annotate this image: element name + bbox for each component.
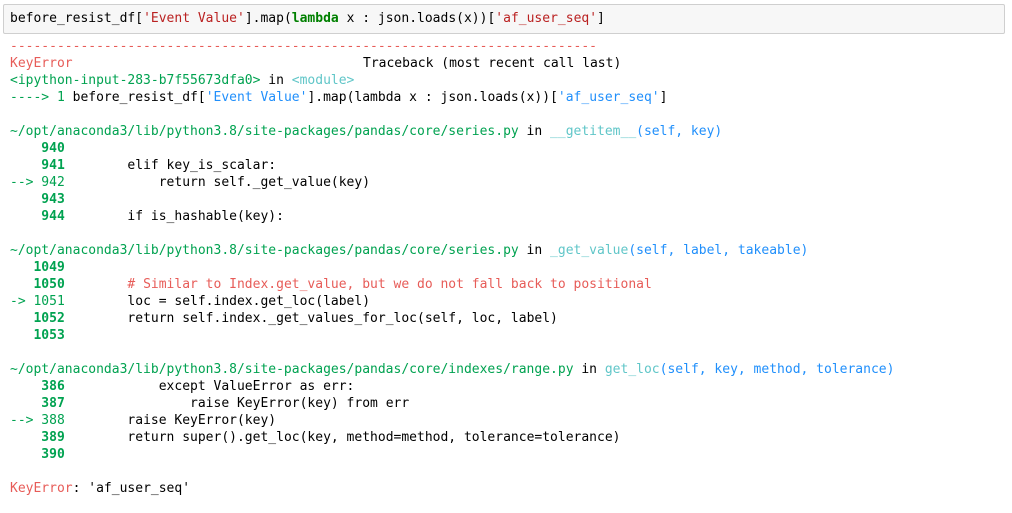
traceback-dashes: ----------------------------------------… (10, 39, 597, 54)
source-line: 941 elif key_is_scalar: (10, 157, 1005, 174)
line-number: 941 (10, 158, 65, 173)
in-word: in (518, 124, 551, 139)
line-number: 1049 (10, 260, 65, 275)
code-comment: # Similar to Index.get_value, but we do … (64, 277, 652, 292)
code-text: ].map( (244, 11, 292, 26)
frame-function: __getitem__ (550, 124, 637, 139)
in-word: in (260, 73, 292, 88)
line-number: 940 (10, 141, 65, 156)
code-string: 'Event Value' (205, 90, 308, 105)
in-word: in (573, 362, 605, 377)
line-number: 1053 (10, 328, 65, 343)
source-line: 1053 (10, 327, 1005, 344)
code-text: raise KeyError(key) (64, 413, 277, 428)
ipython-input: <ipython-input-283-b7f55673dfa0> (10, 73, 261, 88)
code-text: loc = self.index.get_loc(label) (64, 294, 371, 309)
code-text: return self._get_value(key) (64, 175, 371, 190)
arrow-source-line: ----> 1 before_resist_df['Event Value'].… (10, 89, 1005, 106)
source-line: 389 return super().get_loc(key, method=m… (10, 429, 1005, 446)
frame-path: ~/opt/anaconda3/lib/python3.8/site-packa… (10, 243, 519, 258)
code-text: ].map(lambda x : json.loads(x))[ (307, 90, 558, 105)
source-line: 1049 (10, 259, 1005, 276)
line-number: 1052 (10, 311, 65, 326)
source-line: 390 (10, 446, 1005, 463)
code-string: 'af_user_seq' (557, 90, 660, 105)
final-error-line: KeyError: 'af_user_seq' (10, 480, 1005, 497)
source-line: 1052 return self.index._get_values_for_l… (10, 310, 1005, 327)
line-arrow: ----> 1 (10, 90, 73, 105)
current-line-arrow: --> 942 (10, 175, 65, 190)
source-line: --> 388 raise KeyError(key) (10, 412, 1005, 429)
frame-header: ~/opt/anaconda3/lib/python3.8/site-packa… (10, 361, 1005, 378)
code-text: return super().get_loc(key, method=metho… (64, 430, 621, 445)
source-line: 387 raise KeyError(key) from err (10, 395, 1005, 412)
ipython-input-line: <ipython-input-283-b7f55673dfa0> in <mod… (10, 72, 1005, 89)
source-line: 1050 # Similar to Index.get_value, but w… (10, 276, 1005, 293)
frame-function: _get_value (550, 243, 629, 258)
code-text: elif key_is_scalar: (64, 158, 277, 173)
traceback-output: ----------------------------------------… (10, 38, 1005, 510)
code-text: except ValueError as err: (64, 379, 355, 394)
source-line: 940 (10, 140, 1005, 157)
frame-args: (self, label, takeable) (628, 243, 809, 258)
line-number: 943 (10, 192, 65, 207)
error-name: KeyError (10, 56, 73, 71)
line-number: 386 (10, 379, 65, 394)
source-line: 386 except ValueError as err: (10, 378, 1005, 395)
code-text: ] (659, 90, 668, 105)
line-number: 944 (10, 209, 65, 224)
traceback-header: KeyError Traceback (most recent call last… (10, 55, 1005, 72)
code-string: 'Event Value' (143, 11, 245, 26)
line-number: 389 (10, 430, 65, 445)
traceback-frame: ~/opt/anaconda3/lib/python3.8/site-packa… (10, 123, 1005, 242)
frame-path: ~/opt/anaconda3/lib/python3.8/site-packa… (10, 124, 519, 139)
final-error-message: : 'af_user_seq' (72, 481, 191, 496)
final-error-name: KeyError (10, 481, 73, 496)
module-name: <module> (291, 73, 355, 88)
code-text: return self.index._get_values_for_loc(se… (64, 311, 558, 326)
frame-path: ~/opt/anaconda3/lib/python3.8/site-packa… (10, 362, 574, 377)
in-word: in (518, 243, 551, 258)
code-string: 'af_user_seq' (495, 11, 598, 26)
code-text: before_resist_df[ (72, 90, 206, 105)
traceback-title: Traceback (most recent call last) (363, 56, 622, 71)
code-keyword: lambda (291, 11, 339, 26)
frame-args: (self, key) (636, 124, 723, 139)
source-line: 944 if is_hashable(key): (10, 208, 1005, 225)
line-number: 390 (10, 447, 65, 462)
frame-function: get_loc (604, 362, 660, 377)
current-line-arrow: -> 1051 (10, 294, 65, 309)
code-text: ] (597, 11, 605, 26)
traceback-frame: ~/opt/anaconda3/lib/python3.8/site-packa… (10, 361, 1005, 480)
frame-args: (self, key, method, tolerance) (659, 362, 895, 377)
line-number: 1050 (10, 277, 65, 292)
frame-header: ~/opt/anaconda3/lib/python3.8/site-packa… (10, 123, 1005, 140)
source-line: -> 1051 loc = self.index.get_loc(label) (10, 293, 1005, 310)
traceback-frame: ~/opt/anaconda3/lib/python3.8/site-packa… (10, 242, 1005, 361)
source-line: 943 (10, 191, 1005, 208)
code-text: if is_hashable(key): (64, 209, 284, 224)
source-line: --> 942 return self._get_value(key) (10, 174, 1005, 191)
current-line-arrow: --> 388 (10, 413, 65, 428)
traceback-frames: ~/opt/anaconda3/lib/python3.8/site-packa… (10, 123, 1005, 480)
code-text: raise KeyError(key) from err (64, 396, 410, 411)
frame-header: ~/opt/anaconda3/lib/python3.8/site-packa… (10, 242, 1005, 259)
code-text: before_resist_df[ (10, 11, 144, 26)
code-input-cell[interactable]: before_resist_df['Event Value'].map(lamb… (3, 4, 1005, 34)
line-number: 387 (10, 396, 65, 411)
code-text: x : json.loads(x))[ (338, 11, 496, 26)
